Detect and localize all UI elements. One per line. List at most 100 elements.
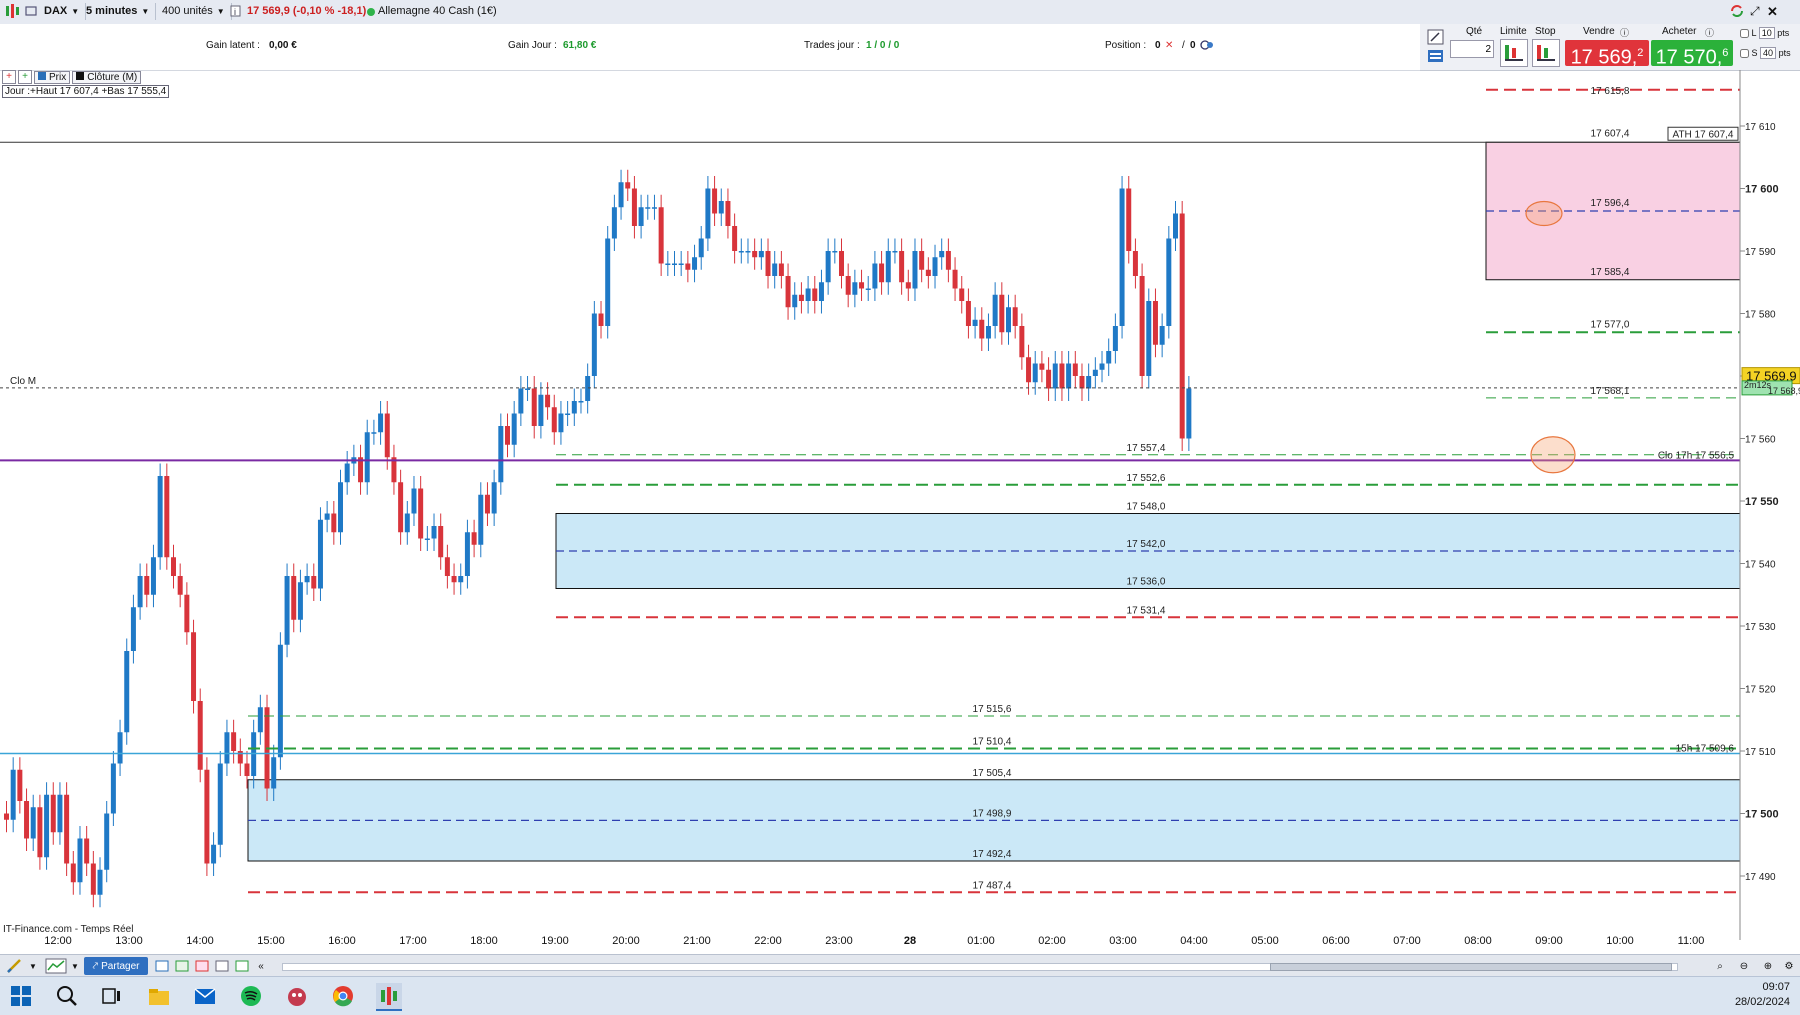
close-icon[interactable]: ✕ [1767,3,1781,20]
candle [672,263,677,265]
stop-order-button[interactable] [1532,39,1560,67]
candle [338,482,343,533]
alerts-icon[interactable] [234,957,250,975]
draw-tool-dropdown[interactable]: ▼ [28,957,38,975]
layout-icon[interactable] [154,957,170,975]
share-button[interactable]: ⤤ Partager [84,957,148,975]
candle [124,651,130,733]
spotify-icon[interactable] [238,983,264,1009]
refresh-icon[interactable] [1728,3,1746,20]
price-tick-label: 17 580 [1745,310,1776,321]
clock-date: 28/02/2024 [1734,996,1790,1008]
level-label-492: 17 492,4 [973,849,1012,860]
s-label: S [1751,48,1758,58]
search-icon[interactable] [54,983,80,1009]
timeframe-dropdown[interactable]: 5 minutes ▼ [80,3,157,20]
time-tick-label: 10:00 [1606,935,1634,947]
candle [24,801,30,839]
horizontal-scrollbar[interactable] [270,957,1690,975]
table-icon[interactable] [174,957,190,975]
candle [418,488,424,539]
legend-prix[interactable]: Prix [34,70,71,84]
time-tick-label: 13:00 [115,935,143,947]
candle [545,394,551,408]
candle [451,576,457,583]
svg-text:i: i [234,7,236,17]
candle [1046,369,1052,389]
countdown-price-label: 17 568,9 [1768,386,1800,396]
candle [171,557,176,576]
limit-order-button[interactable] [1500,39,1528,67]
candle [638,207,644,226]
file-explorer-icon[interactable] [146,983,172,1009]
chrome-icon[interactable] [330,983,356,1009]
scrollbar-thumb[interactable] [1270,963,1672,971]
instrument-dropdown[interactable]: DAX ▼ [38,3,87,20]
candle [852,282,858,295]
candle [1006,307,1011,333]
system-clock[interactable]: 09:07 28/02/2024 [1735,980,1790,1010]
time-tick-label: 21:00 [683,935,711,947]
calc-icon[interactable] [194,957,210,975]
time-tick-label: 09:00 [1535,935,1563,947]
link-icon[interactable] [24,3,38,20]
quote-text: 17 569,9 (-0,10 % -18,1) [247,5,367,17]
label-15h: 15h 17 509,6 [1676,744,1735,755]
orders-icon[interactable] [1200,38,1214,55]
time-tick-label: 17:00 [399,935,427,947]
instrument-label: DAX [44,5,68,17]
buy-label: Acheter [1662,26,1697,37]
stop-checkbox[interactable] [1740,49,1749,59]
candle [571,401,577,414]
task-view-icon[interactable] [98,983,124,1009]
candle [952,269,958,289]
zoom-out-icon[interactable]: ⊖ [1734,957,1754,975]
trading-app-icon[interactable] [376,983,402,1011]
settings-icon[interactable]: ⚙ [1780,957,1798,975]
candle [825,251,831,283]
legend-cloture[interactable]: Clôture (M) [72,70,142,84]
level-label-577: 17 577,0 [1591,319,1630,330]
tools-icon[interactable] [1427,28,1445,66]
chart-type-dropdown[interactable]: ▼ [70,957,80,975]
info-icon[interactable]: i [230,3,242,20]
undock-icon[interactable]: ⤢ [1750,3,1764,20]
mail-icon[interactable] [192,983,218,1009]
export-icon[interactable] [214,957,230,975]
candle [471,532,477,545]
time-tick-label: 12:00 [44,935,72,947]
buy-button[interactable]: 17 570,6 [1651,40,1733,69]
candle [97,869,103,895]
l-distance-input[interactable]: 10 [1758,27,1775,39]
sell-button[interactable]: 17 569,2 [1565,40,1649,69]
close-position-icon[interactable]: ✕ [1165,40,1173,51]
s-distance-input[interactable]: 40 [1760,47,1777,59]
position-label: Position : [1105,40,1147,51]
candle [651,207,657,209]
sell-info-icon[interactable]: ⓘ [1620,26,1629,39]
scroll-back-icon[interactable]: « [254,957,268,975]
candle [531,388,537,426]
zoom-in-icon[interactable]: ⊕ [1758,957,1778,975]
candle [1072,363,1078,376]
app-icon[interactable] [284,983,310,1009]
price-chart[interactable]: 17 61017 60017 59017 58017 57017 56017 5… [0,70,1800,940]
zoom-reset-icon[interactable]: ⌕ [1710,957,1730,975]
add-overlay-icon[interactable]: + [18,70,32,84]
limit-checkbox[interactable] [1740,29,1749,39]
legend-cloture-label: Clôture (M) [87,71,138,83]
chart-type-icon[interactable] [44,957,68,975]
time-tick-label: 18:00 [470,935,498,947]
time-tick-label: 15:00 [257,935,285,947]
qty-input[interactable] [1450,40,1494,58]
candle [618,182,624,208]
candle [1159,326,1165,345]
candle [398,482,404,533]
candle [725,201,731,226]
draw-tool-icon[interactable] [4,957,26,975]
buy-info-icon[interactable]: ⓘ [1705,26,1714,39]
units-dropdown[interactable]: 400 unités ▼ [156,3,232,20]
windows-start-icon[interactable] [8,983,34,1009]
add-indicator-icon[interactable]: + [2,70,16,84]
app-logo-icon [4,3,20,20]
